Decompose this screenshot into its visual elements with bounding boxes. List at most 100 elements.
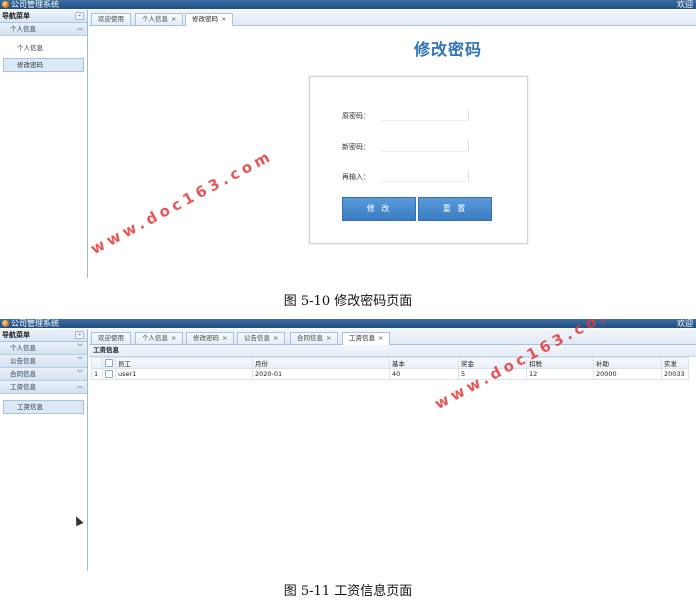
tab-label: 个人信息 (142, 15, 168, 23)
close-icon[interactable]: × (171, 15, 176, 23)
row-checkbox[interactable] (105, 370, 113, 378)
tab-label: 公告信息 (244, 334, 270, 342)
sidebar: 导航菜单 « 个人信息 ︾ 公告信息 ︾ 合同信息 ︾ 工资信息 ︽ 工资信息 (0, 329, 88, 571)
chevron-up-icon: ︽ (76, 383, 83, 390)
title-bar: 公司管理系统 欢迎 (0, 0, 696, 9)
nav-body: 工资信息 (0, 394, 87, 424)
tab-bar: 欢迎使用 个人信息 × 修改密码 × (89, 10, 696, 26)
app-logo-icon (2, 1, 9, 8)
panel-title: 工资信息 (89, 345, 696, 357)
tab-salary-info[interactable]: 工资信息 × (342, 332, 391, 345)
column-header[interactable]: 员工 (115, 357, 253, 369)
nav-group-personal-info[interactable]: 个人信息 ︾ (0, 342, 87, 355)
nav-header: 导航菜单 « (0, 10, 87, 23)
old-password-input[interactable] (380, 110, 469, 121)
chevron-down-icon: ︾ (76, 344, 83, 351)
column-header[interactable]: 实发 (661, 357, 689, 369)
close-icon[interactable]: × (222, 334, 227, 342)
row-select-cell (102, 368, 116, 380)
table-cell: 2020-01 (252, 368, 390, 380)
mouse-cursor-icon (72, 514, 84, 527)
new-password-label: 新密码： (342, 143, 370, 151)
table-row[interactable]: 1 user1 2020-01 40 5 12 20000 20033 (91, 368, 689, 380)
screenshot-salary-info: 公司管理系统 欢迎 导航菜单 « 个人信息 ︾ 公告信息 ︾ 合同信息 ︾ 工资… (0, 319, 696, 571)
app-logo-icon (2, 320, 9, 327)
password-form: 原密码： 新密码： 再输入： 修 改 重 置 (309, 76, 528, 244)
collapse-icon[interactable]: « (75, 12, 84, 20)
table-cell: user1 (115, 368, 253, 380)
main-area: 欢迎使用 个人信息 × 修改密码 × 修改密码 原密码： 新密码： 再输入： 修 改… (89, 10, 696, 278)
select-all-checkbox[interactable] (105, 359, 113, 367)
tab-label: 欢迎使用 (98, 334, 124, 342)
screenshot-change-password: 公司管理系统 欢迎 导航菜单 « 个人信息 ︽ 个人信息 修改密码 欢迎使用 个… (0, 0, 696, 278)
close-icon[interactable]: × (326, 334, 331, 342)
chevron-up-icon: ︽ (76, 25, 83, 32)
sidebar-item-personal-info[interactable]: 个人信息 (3, 42, 84, 54)
welcome-text: 欢迎 (677, 319, 693, 328)
main-area: 欢迎使用 个人信息 × 修改密码 × 公告信息 × 合同信息 × 工资信息 × 工资信息 (89, 329, 696, 571)
page-title: 修改密码 (413, 40, 482, 59)
close-icon[interactable]: × (378, 334, 383, 342)
confirm-password-input[interactable] (380, 171, 469, 182)
window-title: 公司管理系统 (11, 319, 59, 328)
close-icon[interactable]: × (171, 334, 176, 342)
table-header-row: 员工 月份 基本 奖金 扣税 补助 实发 (91, 357, 689, 369)
column-header[interactable]: 基本 (389, 357, 459, 369)
tab-welcome[interactable]: 欢迎使用 (91, 13, 131, 25)
tab-label: 欢迎使用 (98, 15, 124, 23)
tab-label: 个人信息 (142, 334, 168, 342)
sidebar-item-salary-info[interactable]: 工资信息 (3, 400, 84, 414)
sidebar-item-change-password[interactable]: 修改密码 (3, 58, 84, 72)
nav-group-personal-info[interactable]: 个人信息 ︽ (0, 23, 87, 36)
table-cell: 12 (526, 368, 594, 380)
submit-button[interactable]: 修 改 (342, 197, 416, 221)
old-password-label: 原密码： (342, 112, 370, 120)
tab-change-password[interactable]: 修改密码 × (185, 13, 234, 26)
tab-label: 工资信息 (349, 334, 375, 342)
nav-header-label: 导航菜单 (2, 12, 30, 20)
welcome-text: 欢迎 (677, 0, 693, 9)
nav-group-salary-info[interactable]: 工资信息 ︽ (0, 381, 87, 394)
tab-welcome[interactable]: 欢迎使用 (91, 332, 131, 344)
collapse-icon[interactable]: « (75, 331, 84, 339)
nav-group-contract-info[interactable]: 合同信息 ︾ (0, 368, 87, 381)
row-number: 1 (91, 368, 103, 380)
table-cell: 40 (389, 368, 459, 380)
confirm-password-label: 再输入： (342, 173, 370, 181)
column-header[interactable]: 月份 (252, 357, 390, 369)
close-icon[interactable]: × (221, 15, 226, 23)
nav-group-label: 工资信息 (10, 383, 36, 391)
select-all-cell (102, 357, 116, 369)
row-number-header (91, 357, 103, 369)
nav-group-label: 公告信息 (10, 357, 36, 365)
tab-change-password[interactable]: 修改密码 × (186, 332, 235, 344)
reset-button[interactable]: 重 置 (418, 197, 492, 221)
window-title: 公司管理系统 (11, 0, 59, 9)
nav-body: 个人信息 修改密码 (0, 36, 87, 82)
tab-label: 修改密码 (193, 334, 219, 342)
close-icon[interactable]: × (273, 334, 278, 342)
new-password-input[interactable] (380, 141, 469, 152)
salary-table: 员工 月份 基本 奖金 扣税 补助 实发 1 user1 2020-01 40 … (91, 357, 689, 380)
tab-notice-info[interactable]: 公告信息 × (237, 332, 286, 344)
nav-header: 导航菜单 « (0, 329, 87, 342)
table-cell: 20033 (661, 368, 689, 380)
nav-group-notice-info[interactable]: 公告信息 ︾ (0, 355, 87, 368)
tab-personal-info[interactable]: 个人信息 × (135, 332, 184, 344)
tab-label: 修改密码 (192, 15, 218, 23)
figure-caption-2: 图 5-11 工资信息页面 (283, 584, 413, 599)
chevron-down-icon: ︾ (76, 370, 83, 377)
column-header[interactable]: 补助 (593, 357, 662, 369)
nav-group-label: 合同信息 (10, 370, 36, 378)
tab-bar: 欢迎使用 个人信息 × 修改密码 × 公告信息 × 合同信息 × 工资信息 × (89, 329, 696, 345)
table-cell: 20000 (593, 368, 662, 380)
tab-label: 合同信息 (297, 334, 323, 342)
chevron-down-icon: ︾ (76, 357, 83, 364)
nav-group-label: 个人信息 (10, 25, 36, 33)
nav-header-label: 导航菜单 (2, 331, 30, 339)
figure-caption-1: 图 5-10 修改密码页面 (283, 294, 413, 309)
sidebar: 导航菜单 « 个人信息 ︽ 个人信息 修改密码 (0, 10, 88, 278)
nav-group-label: 个人信息 (10, 344, 36, 352)
tab-contract-info[interactable]: 合同信息 × (290, 332, 339, 344)
tab-personal-info[interactable]: 个人信息 × (135, 13, 184, 25)
